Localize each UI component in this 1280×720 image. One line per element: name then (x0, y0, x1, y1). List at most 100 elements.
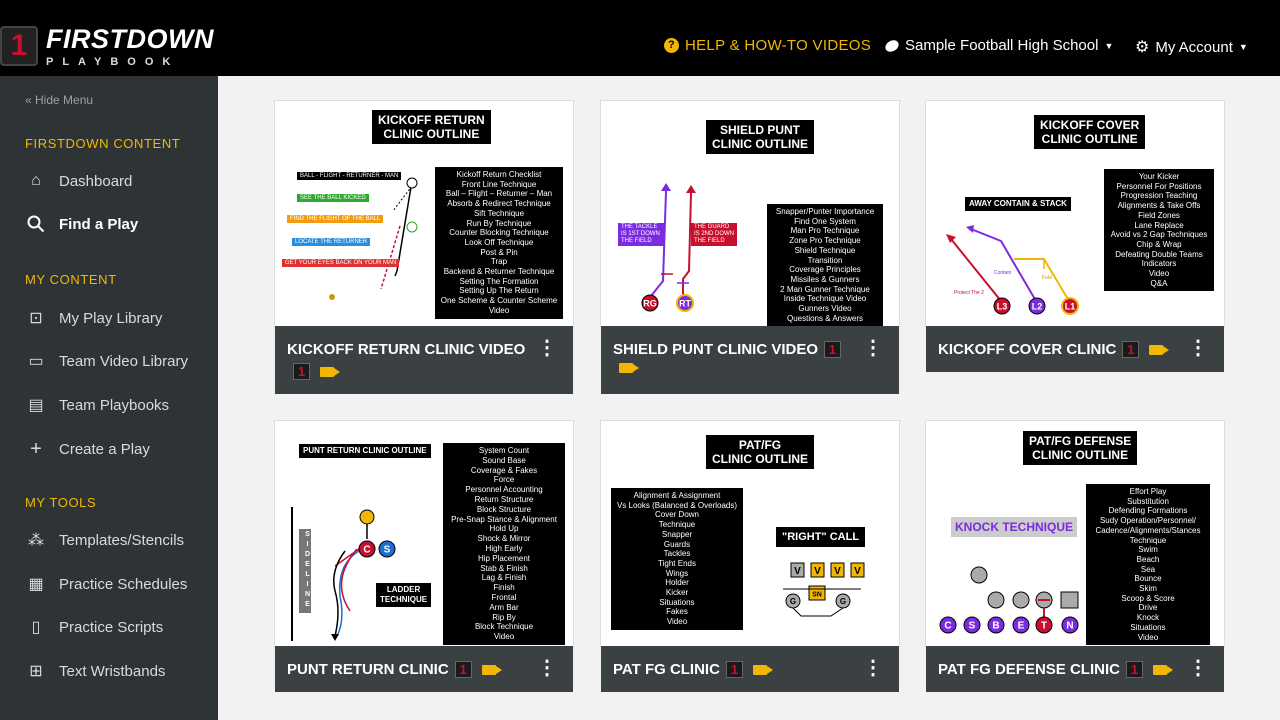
help-link[interactable]: ? HELP & HOW-TO VIDEOS (664, 37, 871, 54)
diagram-tag: V (814, 566, 821, 577)
play-card[interactable]: C S PUNT RETURN CLINIC OUTLINE SIDELINE … (274, 420, 574, 692)
diagram-tag: KNOCK TECHNIQUE (951, 517, 1078, 537)
more-options-icon[interactable]: ⋮ (1188, 338, 1208, 358)
gear-icon: ⚙ (1135, 39, 1150, 56)
topic-item: Shock & Mirror (477, 534, 531, 544)
topic-item: Rip By (492, 612, 516, 622)
more-options-icon[interactable]: ⋮ (537, 658, 557, 678)
play-thumbnail[interactable]: C S B E T N PAT/FG DEFENSE CLINIC OUTLINE… (926, 421, 1224, 646)
stencil-icon: ⁂ (28, 532, 44, 549)
topic-item: Lag & Finish (481, 573, 527, 583)
topic-item: High Early (485, 543, 523, 553)
diagram-tag: "RIGHT" CALL (776, 527, 866, 547)
card-title-text: KICKOFF COVER CLINIC (938, 341, 1117, 358)
card-title[interactable]: PUNT RETURN CLINIC 1 (287, 661, 502, 678)
play-thumbnail[interactable]: V V V V SN G G PAT/FG CLINIC OUTLINE Alig… (601, 421, 899, 646)
school-dropdown[interactable]: Sample Football High School ▼ (883, 37, 1113, 54)
play-thumbnail[interactable]: L3 L2 L1 Protect The 2 Contain Fold KICK… (926, 101, 1224, 326)
card-title-text: SHIELD PUNT CLINIC VIDEO (613, 341, 819, 358)
topic-item: Indicators (1141, 259, 1177, 269)
player-c: C (363, 545, 370, 556)
grid-icon: ▦ (28, 576, 44, 593)
video-camera-icon (320, 366, 340, 377)
topic-list: Your Kicker Personnel For Positions Progre… (1104, 169, 1214, 292)
sidebar-item-team-playbooks[interactable]: ▤ Team Playbooks (25, 395, 169, 415)
firstdown-logo[interactable]: 1 FIRSTDOWN PLAYBOOK (0, 24, 214, 68)
play-card[interactable]: C S B E T N PAT/FG DEFENSE CLINIC OUTLINE… (925, 420, 1225, 692)
more-options-icon[interactable]: ⋮ (863, 338, 883, 358)
outline-line: PAT/FG (738, 438, 782, 452)
more-options-icon[interactable]: ⋮ (537, 338, 557, 358)
sidebar-item-label: Templates/Stencils (59, 531, 185, 549)
topic-list: Alignment & Assignment Vs Looks (Balanced… (611, 488, 743, 630)
outline-line: CLINIC OUTLINE (1041, 132, 1138, 146)
video-camera-icon (1149, 344, 1170, 355)
topic-item: Technique (1129, 535, 1167, 545)
card-footer: KICKOFF RETURN CLINIC VIDEO 1 ⋮ (275, 326, 573, 394)
account-dropdown[interactable]: ⚙ My Account ▼ (1135, 37, 1248, 57)
firstdown-badge-icon: 1 (725, 661, 743, 678)
outline-line: KICKOFF COVER (1040, 118, 1140, 132)
sidebar-item-label: Practice Schedules (59, 575, 188, 593)
hide-menu-button[interactable]: « Hide Menu (25, 93, 93, 107)
plus-icon: + (30, 438, 42, 460)
topic-item: Progression Teaching (1120, 191, 1198, 201)
player-s: S (969, 621, 976, 632)
card-title[interactable]: PAT FG CLINIC 1 (613, 661, 773, 678)
play-card[interactable]: V V V V SN G G PAT/FG CLINIC OUTLINE Alig… (600, 420, 900, 692)
play-thumbnail[interactable]: KICKOFF RETURN CLINIC OUTLINE BALL - FLIG… (275, 101, 573, 326)
topic-item: Man Pro Technique (790, 226, 860, 236)
sidebar-item-label: Practice Scripts (59, 618, 164, 636)
sidebar-item-templates-stencils[interactable]: ⁂ Templates/Stencils (25, 530, 184, 550)
card-footer: PAT FG CLINIC 1 ⋮ (601, 646, 899, 692)
sidebar-item-label: Team Playbooks (59, 396, 170, 414)
diagram-tag: Contain (994, 270, 1011, 276)
topic-item: Arm Bar (489, 602, 519, 612)
sidebar-item-practice-schedules[interactable]: ▦ Practice Schedules (25, 574, 187, 594)
topic-item: Coverage Principles (789, 265, 861, 275)
topic-item: Hold Up (489, 524, 519, 534)
section-my-content: MY CONTENT (25, 272, 117, 287)
sidebar-item-team-video-library[interactable]: ▭ Team Video Library (25, 351, 188, 371)
topic-item: Sift Technique (473, 208, 525, 218)
more-options-icon[interactable]: ⋮ (1188, 658, 1208, 678)
more-options-icon[interactable]: ⋮ (863, 658, 883, 678)
outline-title: PAT/FG CLINIC OUTLINE (706, 435, 814, 469)
topic-item: Technique (658, 520, 696, 530)
card-title[interactable]: PAT FG DEFENSE CLINIC 1 (938, 661, 1173, 678)
sidebar-item-my-play-library[interactable]: ⊡ My Play Library (25, 308, 162, 328)
play-card[interactable]: RG RT SHIELD PUNT CLINIC OUTLINE THE TACK… (600, 100, 900, 394)
play-thumbnail[interactable]: RG RT SHIELD PUNT CLINIC OUTLINE THE TACK… (601, 101, 899, 326)
sidebar-item-find-a-play[interactable]: Find a Play (25, 215, 138, 233)
outline-line: CLINIC OUTLINE (712, 452, 808, 466)
sidebar-item-dashboard[interactable]: ⌂ Dashboard (25, 172, 132, 190)
sidebar: « Hide Menu FIRSTDOWN CONTENT ⌂ Dashboar… (0, 76, 218, 720)
card-title[interactable]: KICKOFF COVER CLINIC 1 (938, 341, 1170, 358)
topic-item: Vs Looks (Balanced & Overloads) (616, 500, 738, 510)
play-thumbnail[interactable]: C S PUNT RETURN CLINIC OUTLINE SIDELINE … (275, 421, 573, 646)
player-s: S (384, 545, 391, 556)
sidebar-item-create-a-play[interactable]: + Create a Play (25, 438, 150, 461)
topic-item: Zone Pro Technique (789, 236, 861, 246)
topic-item: Video (488, 305, 510, 315)
player-e: E (1018, 621, 1025, 632)
topic-item: One Scheme & Counter Scheme (440, 296, 558, 306)
topic-item: Chip & Wrap (1136, 239, 1182, 249)
topic-item: Video (1137, 632, 1159, 642)
outline-line: SHIELD PUNT (719, 123, 800, 137)
sidebar-item-text-wristbands[interactable]: ⊞ Text Wristbands (25, 661, 165, 681)
play-card[interactable]: KICKOFF RETURN CLINIC OUTLINE BALL - FLIG… (274, 100, 574, 394)
topic-item: Snapper (661, 529, 693, 539)
card-title[interactable]: SHIELD PUNT CLINIC VIDEO 1 (613, 341, 842, 358)
sidebar-item-label: Create a Play (59, 441, 150, 458)
video-camera-icon (752, 664, 773, 675)
topic-item: Setting Up The Return (459, 286, 539, 296)
sidebar-item-practice-scripts[interactable]: ▯ Practice Scripts (25, 617, 164, 637)
diagram-tag: G (840, 597, 846, 606)
firstdown-badge-icon: 1 (1125, 661, 1143, 678)
card-title[interactable]: KICKOFF RETURN CLINIC VIDEO (287, 341, 525, 358)
sidebar-item-label: Find a Play (59, 215, 139, 233)
diagram-tag: SEE THE BALL KICKED (297, 194, 369, 202)
outline-title: SHIELD PUNT CLINIC OUTLINE (706, 120, 814, 154)
play-card[interactable]: L3 L2 L1 Protect The 2 Contain Fold KICK… (925, 100, 1225, 372)
